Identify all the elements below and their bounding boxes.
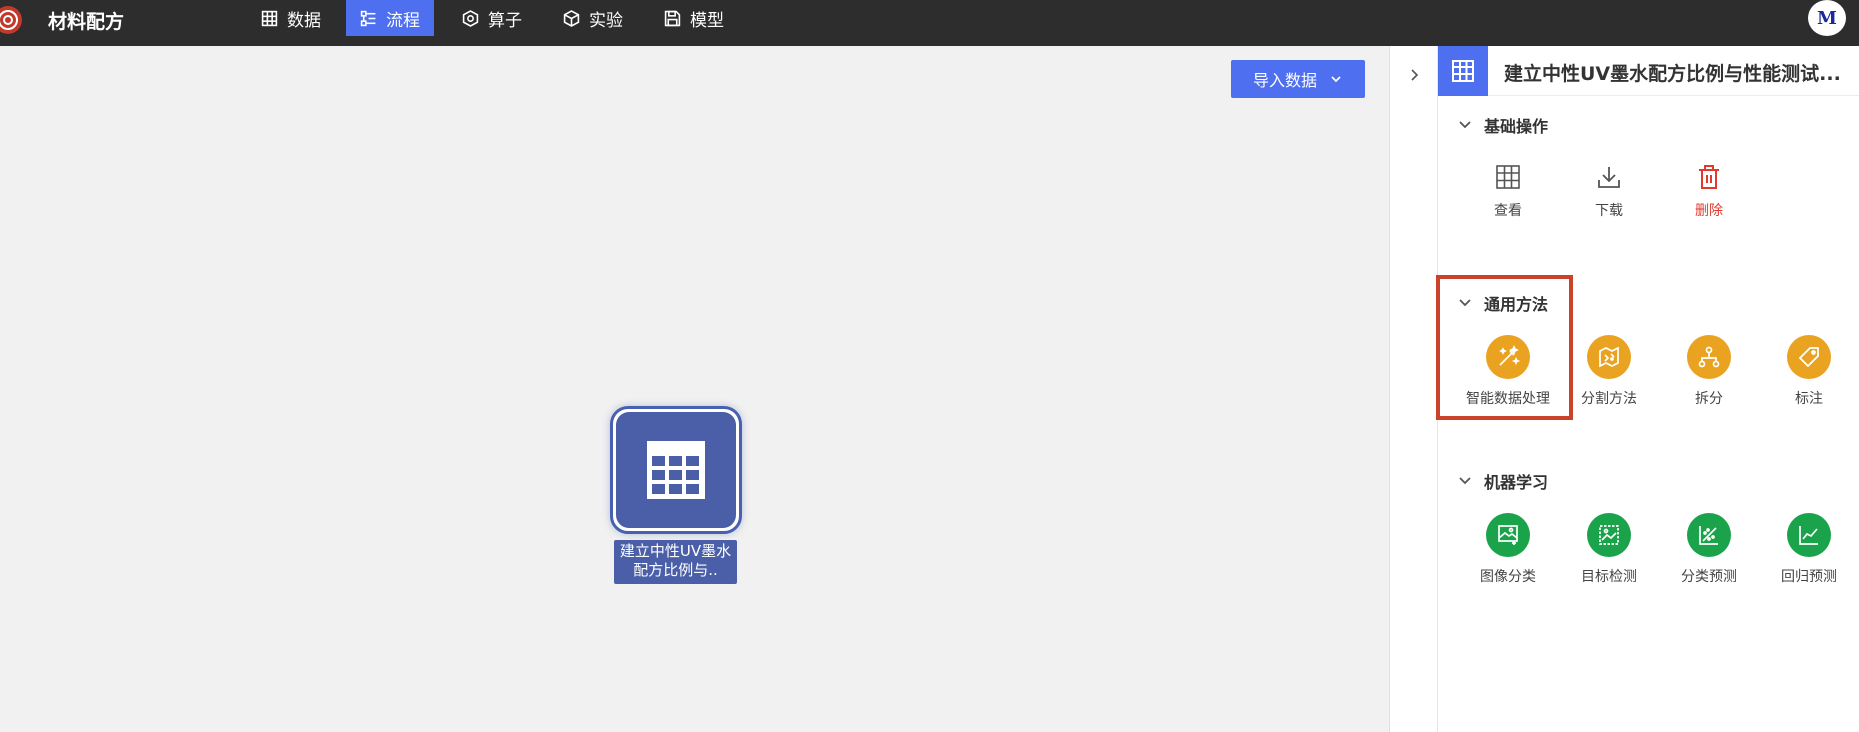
- tool-label: 分割方法: [1581, 391, 1637, 407]
- tool-label: 图像分类: [1480, 569, 1536, 585]
- image-classification-button[interactable]: 图像分类: [1458, 513, 1558, 586]
- flow-canvas[interactable]: 导入数据: [0, 46, 1389, 732]
- tool-label: 查看: [1494, 203, 1522, 219]
- import-data-label: 导入数据: [1252, 71, 1317, 90]
- scatter-icon: [1687, 513, 1731, 557]
- annotate-button[interactable]: 标注: [1759, 335, 1859, 408]
- tool-label: 标注: [1795, 391, 1823, 407]
- table-icon: [647, 441, 705, 499]
- tool-label: 回归预测: [1781, 569, 1837, 585]
- section-basic-ops[interactable]: 基础操作: [1458, 113, 1548, 137]
- tag-icon: [1787, 335, 1831, 379]
- node-label: 建立中性UV墨水配方比例与..: [614, 540, 737, 584]
- chevron-right-icon[interactable]: [1407, 68, 1421, 82]
- nav-item-data[interactable]: 数据: [247, 0, 335, 36]
- line-chart-icon: [1787, 513, 1831, 557]
- nav-label: 算子: [488, 10, 522, 31]
- object-detect-icon: [1587, 513, 1631, 557]
- split-button[interactable]: 拆分: [1659, 335, 1759, 408]
- app-logo-icon: [0, 6, 22, 34]
- nav-item-experiment[interactable]: 实验: [549, 0, 637, 36]
- panel-collapse-strip: [1389, 46, 1438, 732]
- nav-label: 数据: [287, 10, 321, 31]
- nav-label: 流程: [386, 10, 420, 31]
- nav-item-model[interactable]: 模型: [650, 0, 738, 36]
- tool-label: 拆分: [1695, 391, 1723, 407]
- split-icon: [1687, 335, 1731, 379]
- cube-icon: [563, 9, 580, 27]
- chevron-down-icon: [1331, 76, 1341, 83]
- nav-item-operator[interactable]: 算子: [448, 0, 536, 36]
- classification-prediction-button[interactable]: 分类预测: [1659, 513, 1759, 586]
- tool-label: 分类预测: [1681, 569, 1737, 585]
- panel-header: 建立中性UV墨水配方比例与性能测试...: [1438, 46, 1859, 96]
- table-icon: [1494, 163, 1522, 191]
- tool-label: 目标检测: [1581, 569, 1637, 585]
- image-classify-icon: [1486, 513, 1530, 557]
- nav-label: 实验: [589, 10, 623, 31]
- chevron-down-icon: [1459, 477, 1471, 485]
- flow-icon: [360, 10, 376, 26]
- segmentation-method-button[interactable]: 分割方法: [1559, 335, 1659, 408]
- table-icon: [261, 10, 278, 26]
- nav-label: 模型: [690, 10, 724, 31]
- download-icon: [1595, 163, 1623, 191]
- user-avatar[interactable]: M: [1808, 0, 1846, 36]
- app-title: 材料配方: [48, 11, 125, 33]
- trash-icon: [1695, 163, 1723, 191]
- delete-button[interactable]: 删除: [1659, 159, 1759, 220]
- node-body: [616, 412, 736, 528]
- panel-title: 建立中性UV墨水配方比例与性能测试...: [1504, 63, 1841, 85]
- download-button[interactable]: 下载: [1559, 159, 1659, 220]
- section-machine-learning[interactable]: 机器学习: [1458, 469, 1548, 493]
- chevron-down-icon: [1459, 121, 1471, 129]
- save-icon: [664, 10, 681, 26]
- dataset-node[interactable]: [610, 406, 742, 534]
- section-title: 机器学习: [1484, 473, 1549, 492]
- section-title: 基础操作: [1484, 117, 1549, 136]
- tool-label: 删除: [1695, 203, 1723, 219]
- segment-icon: [1587, 335, 1631, 379]
- tool-label: 下载: [1595, 203, 1623, 219]
- object-detection-button[interactable]: 目标检测: [1559, 513, 1659, 586]
- import-data-button[interactable]: 导入数据: [1231, 60, 1365, 98]
- dataset-icon: [1438, 46, 1488, 96]
- nav-item-flow[interactable]: 流程: [346, 0, 434, 36]
- view-button[interactable]: 查看: [1458, 159, 1558, 220]
- highlight-box: [1436, 275, 1573, 420]
- top-bar: 材料配方 数据 流程 算子 实验 模型 M: [0, 0, 1859, 46]
- operator-icon: [462, 9, 479, 27]
- regression-prediction-button[interactable]: 回归预测: [1759, 513, 1859, 586]
